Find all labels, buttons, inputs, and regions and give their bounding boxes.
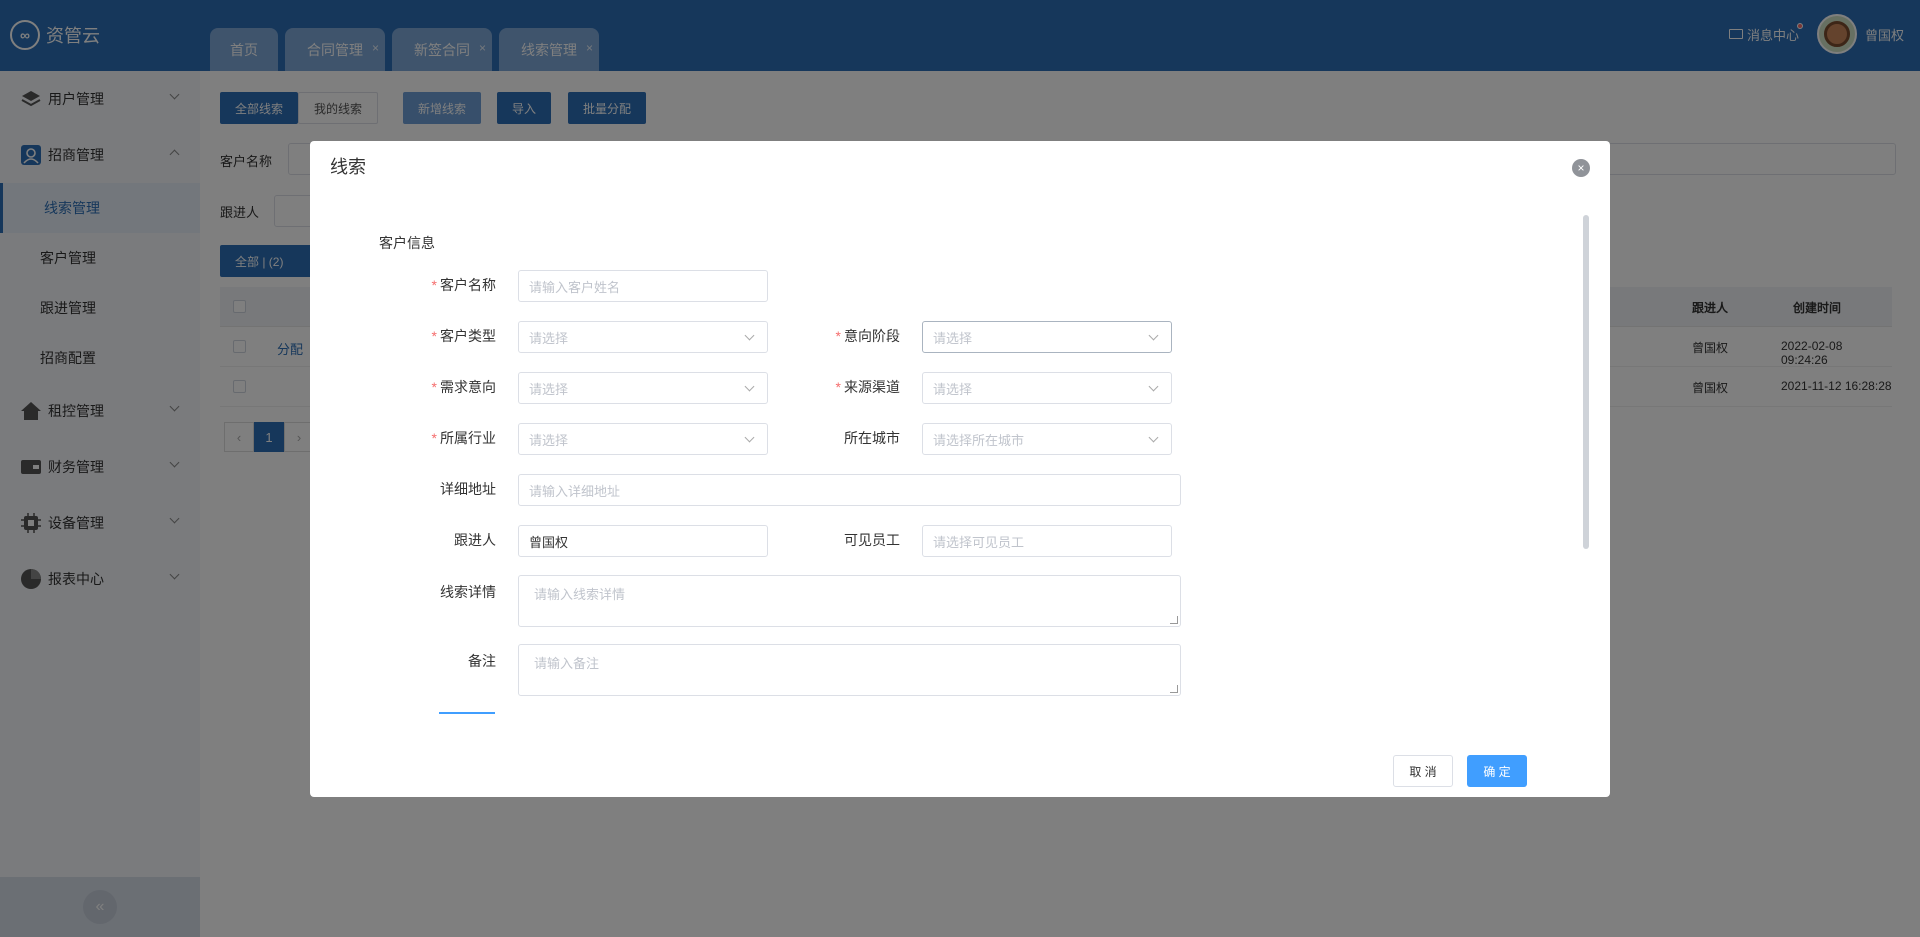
- demand-label: * 需求意向: [431, 379, 496, 395]
- customer-type-select[interactable]: 请选择: [518, 321, 768, 353]
- lead-dialog: 线索 × 客户信息 * 客户名称 请输入客户姓名 * 客户类型 请选择 * 意向阶段 …: [310, 141, 1610, 797]
- visible-staff-select[interactable]: 请选择可见员工: [922, 525, 1172, 557]
- visible-staff-label: 可见员工: [844, 532, 900, 548]
- intent-stage-select[interactable]: 请选择: [922, 321, 1172, 353]
- city-label: 所在城市: [844, 430, 900, 446]
- chevron-down-icon: [744, 330, 755, 341]
- cancel-button[interactable]: 取 消: [1393, 755, 1453, 787]
- address-input[interactable]: 请输入详细地址: [518, 474, 1181, 506]
- address-label: 详细地址: [440, 481, 496, 497]
- remark-label: 备注: [468, 653, 496, 669]
- dialog-title: 线索: [330, 157, 366, 177]
- source-select[interactable]: 请选择: [922, 372, 1172, 404]
- lead-detail-textarea[interactable]: 请输入线索详情: [518, 575, 1181, 627]
- remark-textarea[interactable]: 请输入备注: [518, 644, 1181, 696]
- chevron-down-icon: [1148, 330, 1159, 341]
- industry-label: * 所属行业: [431, 430, 496, 446]
- customer-name-input[interactable]: 请输入客户姓名: [518, 270, 768, 302]
- chevron-down-icon: [744, 381, 755, 392]
- customer-type-label: * 客户类型: [431, 328, 496, 344]
- follower-label: 跟进人: [454, 532, 496, 548]
- confirm-button[interactable]: 确 定: [1467, 755, 1527, 787]
- follower-input[interactable]: 曾国权: [518, 525, 768, 557]
- customer-name-label: * 客户名称: [431, 277, 496, 293]
- resize-handle-icon[interactable]: [1170, 685, 1178, 693]
- resize-handle-icon[interactable]: [1170, 616, 1178, 624]
- city-select[interactable]: 请选择所在城市: [922, 423, 1172, 455]
- industry-select[interactable]: 请选择: [518, 423, 768, 455]
- chevron-down-icon: [1148, 432, 1159, 443]
- demand-select[interactable]: 请选择: [518, 372, 768, 404]
- dialog-scrollbar[interactable]: [1583, 215, 1589, 549]
- source-label: * 来源渠道: [835, 379, 900, 395]
- chevron-down-icon: [1148, 381, 1159, 392]
- section-title: 客户信息: [379, 235, 435, 251]
- close-icon[interactable]: ×: [1572, 159, 1590, 177]
- intent-stage-label: * 意向阶段: [835, 328, 900, 344]
- tab-indicator: [439, 712, 495, 714]
- lead-detail-label: 线索详情: [440, 584, 496, 600]
- chevron-down-icon: [744, 432, 755, 443]
